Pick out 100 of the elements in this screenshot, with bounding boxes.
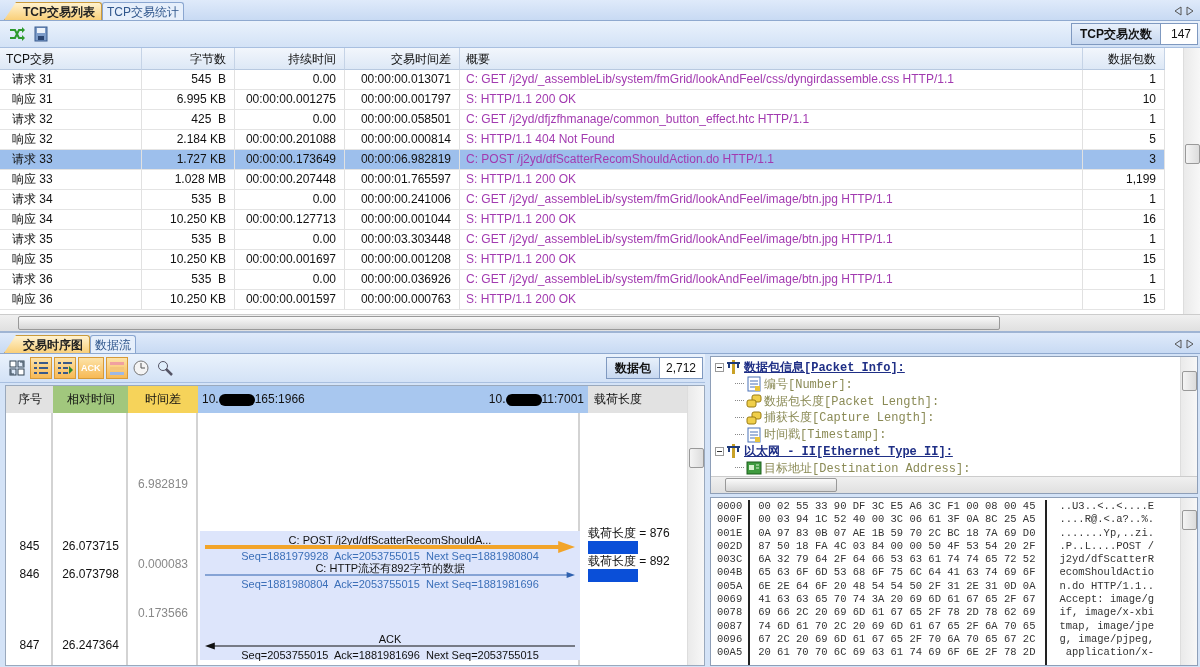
counter-value: 147 [1169, 26, 1192, 43]
table-cell: 3 [1083, 150, 1165, 170]
relative-time: 26.247364 [61, 638, 120, 652]
table-cell: 0.00 [235, 70, 345, 90]
table-cell: C: GET /j2yd/_assembleLib/system/fmGrid/lookAndFeel/image/btn.jpg HTTP/1.1 [460, 190, 1083, 210]
scrollbar[interactable] [711, 476, 1197, 493]
time-delta: 0.173566 [136, 606, 190, 620]
column-header[interactable]: TCP交易 [0, 48, 142, 70]
table-cell: 响应 33 [0, 170, 142, 190]
scroll-left-icon[interactable] [1174, 6, 1182, 16]
table-cell: C: GET /j2yd/dfjzfhmanage/common_button_effect.htc HTTP/1.1 [460, 110, 1083, 130]
table-cell: 请求 33 [0, 150, 142, 170]
byte-offset: 00A5 [717, 646, 743, 660]
table-cell: S: HTTP/1.1 200 OK [460, 290, 1083, 310]
scroll-right-icon[interactable] [1186, 6, 1194, 16]
byte-offset: 004B [717, 566, 743, 580]
table-cell: 545 B [142, 70, 235, 90]
table-cell: 10.250 KB [142, 210, 235, 230]
tree-item[interactable]: 目标地址[Destination Address]: [764, 459, 971, 476]
table-cell: 00:00:00.001208 [345, 250, 460, 270]
payload-bar [588, 541, 638, 554]
sequence-number: 847 [18, 638, 41, 652]
hex-bytes: 00 03 94 1C 52 40 00 3C 06 61 3F 0A 8C 25 A5 [758, 513, 1036, 527]
table-cell: 10.250 KB [142, 290, 235, 310]
table-cell: 请求 36 [0, 270, 142, 290]
link-icon [746, 393, 762, 409]
layout-icon [9, 360, 25, 376]
tree-item[interactable]: 时间戳[Timestamp]: [764, 426, 887, 444]
scroll-left-icon[interactable] [1174, 339, 1182, 349]
scrollbar[interactable] [1180, 357, 1197, 476]
scrollbar-thumb[interactable] [1182, 371, 1197, 391]
message-detail: Seq=1881980804 Ack=2053755015 Next Seq=1881981696 [240, 578, 540, 590]
collapse-icon[interactable] [715, 446, 724, 456]
ascii-text: if, image/x-xbi [1059, 606, 1154, 620]
table-cell: 响应 31 [0, 90, 142, 110]
clock-icon [132, 360, 149, 376]
hex-bytes: 0A 97 83 0B 07 AE 1B 59 70 2C BC 18 7A 69 D0 [758, 526, 1036, 540]
ip-address-suffix: 165:1966 [254, 391, 305, 408]
hex-bytes: 74 6D 61 70 2C 20 69 6D 61 67 65 2F 6A 70 65 [758, 619, 1036, 633]
tab[interactable]: TCP交易列表 [4, 2, 102, 20]
table-cell: S: HTTP/1.1 200 OK [460, 210, 1083, 230]
table-cell: 00:00:00.001697 [235, 250, 345, 270]
table-cell: 00:00:00.001044 [345, 210, 460, 230]
tree-item[interactable]: 捕获长度[Capture Length]: [764, 409, 935, 427]
scrollbar-thumb[interactable] [18, 316, 1000, 330]
table-cell: 15 [1083, 290, 1165, 310]
scroll-right-icon[interactable] [1186, 339, 1194, 349]
column-header[interactable]: 持续时间 [235, 48, 345, 70]
table-cell: 00:00:00.127713 [235, 210, 345, 230]
scrollbar-thumb[interactable] [689, 448, 704, 468]
table-cell: 0.00 [235, 230, 345, 250]
table-cell: C: POST /j2yd/dfScatterRecomShouldAction.do HTTP/1.1 [460, 150, 1083, 170]
column-header[interactable]: 数据包数 [1083, 48, 1165, 70]
table-cell: 响应 34 [0, 210, 142, 230]
tree-item[interactable]: 以太网 - II[Ethernet Type II]: [744, 442, 953, 460]
tab[interactable]: TCP交易统计 [102, 2, 184, 20]
byte-offset: 0087 [717, 619, 743, 633]
tab[interactable]: 数据流 [90, 335, 136, 353]
message-title: C: HTTP流还有892字节的数据 [314, 562, 465, 574]
scrollbar-thumb[interactable] [725, 478, 837, 492]
table-cell: 1 [1083, 230, 1165, 250]
list-icon [33, 360, 49, 376]
column-header[interactable]: 概要 [460, 48, 1083, 70]
table-cell: 请求 32 [0, 110, 142, 130]
ascii-text: n.do HTTP/1.1.. [1059, 579, 1154, 594]
list-button[interactable] [30, 357, 52, 379]
payload-bar [588, 569, 638, 582]
table-cell: 00:00:00.058501 [345, 110, 460, 130]
tree-item[interactable]: 数据包信息[Packet Info]: [744, 358, 905, 376]
table-cell: 00:00:00.241006 [345, 190, 460, 210]
scrollbar-thumb[interactable] [1185, 144, 1200, 164]
scrollbar-thumb[interactable] [1182, 510, 1197, 530]
tab[interactable]: 交易时序图 [4, 335, 90, 353]
bars-icon [108, 360, 125, 376]
ascii-text: tmap, image/jpe [1059, 619, 1154, 633]
scrollbar[interactable] [1180, 498, 1197, 665]
bars-button[interactable] [105, 357, 128, 379]
scrollbar[interactable] [0, 314, 1200, 331]
shuffle-icon [9, 27, 25, 41]
search-icon [156, 360, 173, 376]
table-cell: 请求 31 [0, 70, 142, 90]
hex-bytes: 67 2C 20 69 6D 61 67 65 2F 70 6A 70 65 67 2C [758, 632, 1036, 647]
fork-icon [726, 443, 742, 460]
swap-button[interactable] [6, 357, 28, 379]
table-cell: 00:00:00.207448 [235, 170, 345, 190]
scrollbar[interactable] [687, 386, 704, 665]
table-cell: 00:00:00.036926 [345, 270, 460, 290]
column-header[interactable]: 交易时间差 [345, 48, 460, 70]
tree-item[interactable]: 数据包长度[Packet Length]: [764, 392, 940, 410]
ascii-text: .......Yp,..zi. [1059, 526, 1154, 540]
save-icon [34, 26, 48, 42]
table-cell: 0.00 [235, 270, 345, 290]
scrollbar[interactable] [1183, 48, 1200, 314]
list-arrow-button[interactable] [54, 357, 76, 379]
document-icon [746, 376, 762, 393]
table-cell: 00:00:00.173649 [235, 150, 345, 170]
column-header[interactable]: 字节数 [142, 48, 235, 70]
ascii-text: Accept: image/g [1059, 593, 1154, 607]
tree-item[interactable]: 编号[Number]: [764, 375, 853, 393]
collapse-icon[interactable] [715, 362, 724, 372]
